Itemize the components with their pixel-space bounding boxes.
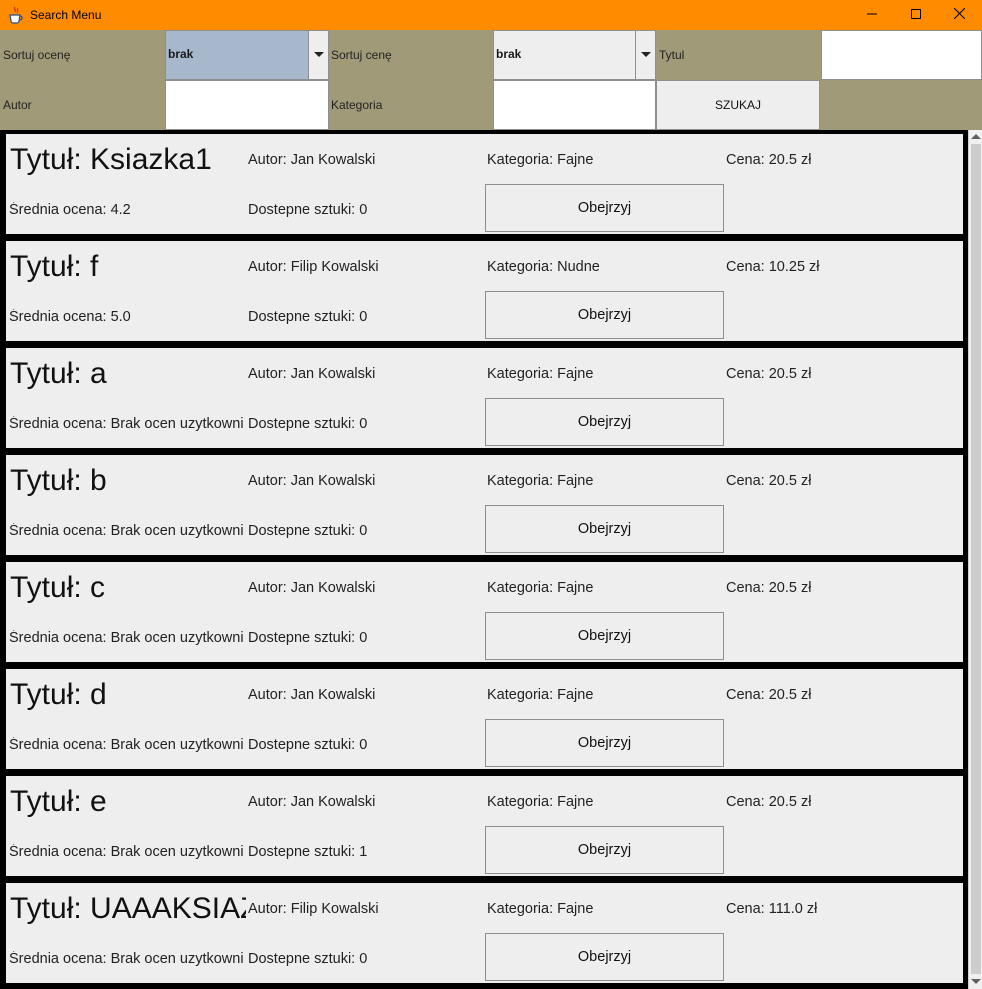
- book-author: Autor: Jan Kowalski: [248, 687, 376, 703]
- sort-price-dropdown[interactable]: brak: [493, 30, 656, 80]
- book-rating: Średnia ocena: 5.0: [9, 309, 131, 325]
- book-author: Autor: Jan Kowalski: [248, 366, 376, 382]
- scroll-up-icon[interactable]: [971, 134, 981, 139]
- category-input[interactable]: [493, 80, 656, 130]
- book-title: Tytuł: a: [10, 357, 107, 390]
- search-button[interactable]: SZUKAJ: [656, 80, 820, 130]
- book-stock: Dostepne sztuki: 0: [248, 951, 368, 967]
- close-button[interactable]: [936, 0, 982, 30]
- window-title: Search Menu: [30, 8, 102, 22]
- view-book-button[interactable]: Obejrzyj: [485, 184, 724, 232]
- book-card: Tytuł: UAAAKSIAZ Autor: Filip Kowalski K…: [6, 883, 963, 983]
- book-price: Cena: 20.5 zł: [726, 366, 812, 382]
- book-rating: Średnia ocena: 4.2: [9, 202, 131, 218]
- maximize-icon: [911, 6, 921, 24]
- sort-price-label: Sortuj cenę: [331, 48, 392, 62]
- book-card: Tytuł: a Autor: Jan Kowalski Kategoria: …: [6, 348, 963, 448]
- book-category: Kategoria: Fajne: [487, 687, 594, 703]
- book-stock: Dostepne sztuki: 0: [248, 202, 368, 218]
- book-price: Cena: 111.0 zł: [726, 901, 818, 917]
- title-bar: Search Menu: [0, 0, 982, 30]
- book-card: Tytuł: Ksiazka1 Autor: Jan Kowalski Kate…: [6, 134, 963, 234]
- book-rating: Średnia ocena: Brak ocen uzytkowni: [9, 416, 244, 432]
- book-price: Cena: 20.5 zł: [726, 687, 812, 703]
- book-author: Autor: Filip Kowalski: [248, 901, 379, 917]
- book-card: Tytuł: e Autor: Jan Kowalski Kategoria: …: [6, 776, 963, 876]
- book-title: Tytuł: f: [10, 250, 99, 283]
- book-stock: Dostepne sztuki: 0: [248, 416, 368, 432]
- sort-rating-dropdown[interactable]: brak: [165, 30, 329, 80]
- chevron-down-icon[interactable]: [635, 31, 655, 79]
- view-book-button[interactable]: Obejrzyj: [485, 933, 724, 981]
- sort-rating-label: Sortuj ocenę: [3, 48, 71, 62]
- view-book-button[interactable]: Obejrzyj: [485, 826, 724, 874]
- book-category: Kategoria: Fajne: [487, 473, 594, 489]
- book-rating: Średnia ocena: Brak ocen uzytkowni: [9, 951, 244, 967]
- book-title: Tytuł: d: [10, 678, 107, 711]
- author-label: Autor: [3, 98, 32, 112]
- scrollbar-thumb[interactable]: [971, 144, 981, 974]
- book-stock: Dostepne sztuki: 0: [248, 523, 368, 539]
- book-stock: Dostepne sztuki: 0: [248, 630, 368, 646]
- title-label: Tytul: [659, 48, 685, 62]
- book-category: Kategoria: Fajne: [487, 580, 594, 596]
- book-category: Kategoria: Fajne: [487, 152, 594, 168]
- book-author: Autor: Jan Kowalski: [248, 580, 376, 596]
- book-author: Autor: Jan Kowalski: [248, 152, 376, 168]
- chevron-down-icon[interactable]: [308, 31, 328, 79]
- book-rating: Średnia ocena: Brak ocen uzytkowni: [9, 630, 244, 646]
- maximize-button[interactable]: [893, 0, 939, 30]
- category-label: Kategoria: [331, 98, 383, 112]
- book-card: Tytuł: b Autor: Jan Kowalski Kategoria: …: [6, 455, 963, 555]
- book-title: Tytuł: UAAAKSIAZ: [10, 892, 246, 925]
- minimize-button[interactable]: [849, 0, 895, 30]
- book-category: Kategoria: Nudne: [487, 259, 600, 275]
- sort-price-value: brak: [496, 47, 522, 61]
- book-card: Tytuł: f Autor: Filip Kowalski Kategoria…: [6, 241, 963, 341]
- close-icon: [953, 6, 965, 24]
- book-price: Cena: 20.5 zł: [726, 152, 812, 168]
- book-author: Autor: Jan Kowalski: [248, 473, 376, 489]
- book-category: Kategoria: Fajne: [487, 794, 594, 810]
- view-book-button[interactable]: Obejrzyj: [485, 505, 724, 553]
- book-card: Tytuł: c Autor: Jan Kowalski Kategoria: …: [6, 562, 963, 662]
- book-stock: Dostepne sztuki: 0: [248, 309, 368, 325]
- view-book-button[interactable]: Obejrzyj: [485, 719, 724, 767]
- book-price: Cena: 20.5 zł: [726, 473, 812, 489]
- author-input[interactable]: [165, 80, 329, 130]
- book-rating: Średnia ocena: Brak ocen uzytkowni: [9, 844, 244, 860]
- book-rating: Średnia ocena: Brak ocen uzytkowni: [9, 737, 244, 753]
- filter-panel: Sortuj ocenę brak Sortuj cenę brak Tytul…: [0, 30, 982, 130]
- book-category: Kategoria: Fajne: [487, 901, 594, 917]
- book-category: Kategoria: Fajne: [487, 366, 594, 382]
- vertical-scrollbar[interactable]: [968, 130, 982, 989]
- results-list: Tytuł: Ksiazka1 Autor: Jan Kowalski Kate…: [0, 130, 968, 989]
- book-rating: Średnia ocena: Brak ocen uzytkowni: [9, 523, 244, 539]
- view-book-button[interactable]: Obejrzyj: [485, 612, 724, 660]
- book-stock: Dostepne sztuki: 1: [248, 844, 368, 860]
- minimize-icon: [867, 6, 877, 24]
- sort-rating-value: brak: [168, 47, 194, 61]
- book-title: Tytuł: b: [10, 464, 107, 497]
- book-price: Cena: 10.25 zł: [726, 259, 820, 275]
- view-book-button[interactable]: Obejrzyj: [485, 291, 724, 339]
- book-author: Autor: Jan Kowalski: [248, 794, 376, 810]
- book-stock: Dostepne sztuki: 0: [248, 737, 368, 753]
- scroll-down-icon[interactable]: [971, 979, 981, 984]
- title-input[interactable]: [821, 30, 982, 80]
- book-price: Cena: 20.5 zł: [726, 580, 812, 596]
- book-price: Cena: 20.5 zł: [726, 794, 812, 810]
- view-book-button[interactable]: Obejrzyj: [485, 398, 724, 446]
- book-title: Tytuł: Ksiazka1: [10, 143, 212, 176]
- java-cup-icon: [8, 6, 24, 24]
- book-card: Tytuł: d Autor: Jan Kowalski Kategoria: …: [6, 669, 963, 769]
- book-title: Tytuł: e: [10, 785, 107, 818]
- book-author: Autor: Filip Kowalski: [248, 259, 379, 275]
- book-title: Tytuł: c: [10, 571, 106, 604]
